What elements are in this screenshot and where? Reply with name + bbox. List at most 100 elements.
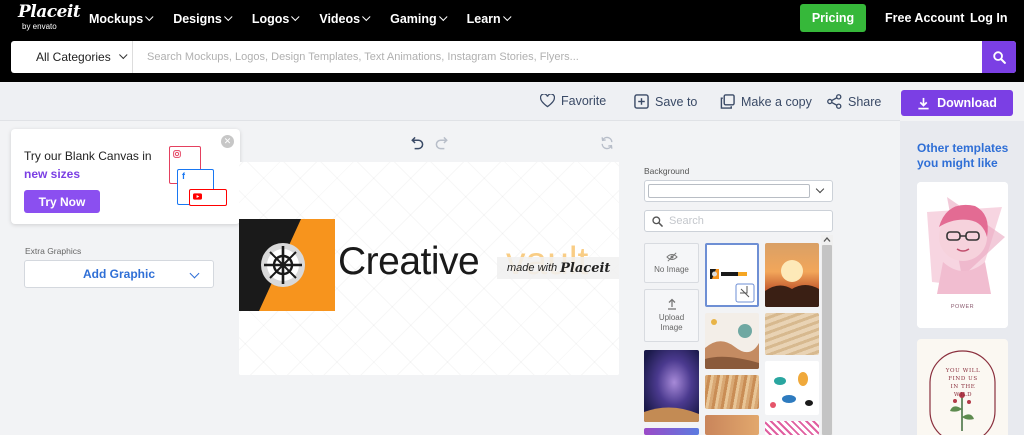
background-thumb-pink[interactable] — [765, 421, 819, 435]
nav-gaming[interactable]: Gaming — [390, 12, 448, 26]
template-wild-text: YOU WILL FIND US IN THE WILD — [945, 368, 981, 398]
background-scrollbar-thumb[interactable] — [822, 245, 832, 435]
download-button[interactable]: Download — [901, 90, 1013, 116]
no-image-label: No Image — [654, 265, 689, 274]
undo-icon[interactable] — [409, 136, 424, 150]
hidden-eye-icon — [665, 252, 678, 262]
editor-action-bar: Favorite Save to Make a copy Share — [0, 83, 900, 121]
logo-subtitle: by envato — [22, 22, 57, 31]
nav-designs[interactable]: Designs — [173, 12, 233, 26]
placeit-logo[interactable]: Placeit by envato — [18, 2, 81, 31]
search-icon — [652, 216, 663, 227]
logo-emblem — [239, 219, 335, 311]
heart-icon — [540, 94, 555, 108]
template-caption: POWER — [950, 304, 975, 310]
nav-learn[interactable]: Learn — [467, 12, 512, 26]
nav-mockups[interactable]: Mockups — [89, 12, 154, 26]
background-thumb-purple[interactable] — [644, 428, 699, 435]
background-color-swatch — [648, 184, 810, 198]
search-bar-row: All Categories — [0, 38, 1024, 82]
abstract-thumbnail — [705, 319, 759, 369]
add-graphic-label: Add Graphic — [82, 267, 155, 281]
background-search-box — [644, 210, 833, 232]
promo-text: Try our Blank Canvas in — [24, 149, 152, 163]
current-design-thumbnail — [710, 269, 755, 303]
chevron-down-icon — [118, 50, 128, 60]
close-icon[interactable]: ✕ — [221, 135, 234, 148]
background-select[interactable] — [644, 180, 833, 202]
extra-graphics-label: Extra Graphics — [25, 246, 82, 256]
chevron-down-icon — [223, 12, 233, 22]
share-button[interactable]: Share — [827, 94, 881, 109]
logo-text-main: Creative — [338, 240, 480, 283]
upload-image-option[interactable]: Upload Image — [644, 289, 699, 342]
background-thumb-peach[interactable] — [705, 415, 759, 435]
background-label: Background — [644, 166, 690, 176]
save-to-label: Save to — [655, 94, 698, 109]
template-card-wild[interactable]: YOU WILL FIND US IN THE WILD — [917, 339, 1008, 435]
search-input[interactable] — [135, 41, 981, 73]
scroll-up-arrow-icon[interactable] — [822, 235, 832, 244]
share-icon — [827, 94, 842, 109]
youtube-icon — [193, 193, 202, 200]
nav-videos[interactable]: Videos — [319, 12, 371, 26]
top-navbar: Placeit by envato Mockups Designs Logos … — [0, 0, 1024, 38]
chevron-down-icon — [145, 12, 154, 22]
youtube-frame-illustration — [189, 189, 227, 206]
share-label: Share — [848, 94, 882, 109]
watermark-brand: Placeit — [560, 260, 611, 276]
no-image-option[interactable]: No Image — [644, 243, 699, 283]
make-copy-button[interactable]: Make a copy — [720, 94, 812, 109]
category-select[interactable]: All Categories — [11, 41, 133, 73]
chevron-down-icon — [189, 268, 200, 279]
download-label: Download — [937, 96, 997, 110]
favorite-button[interactable]: Favorite — [540, 94, 606, 108]
search-box: All Categories — [11, 41, 1016, 73]
background-thumb-current[interactable] — [705, 243, 759, 307]
template-card-power[interactable]: POWER — [917, 182, 1008, 328]
promo-highlight: new sizes — [24, 167, 81, 181]
copy-icon — [720, 94, 735, 109]
galaxy-thumbnail — [644, 407, 699, 422]
chevron-down-icon — [502, 12, 512, 22]
download-icon — [918, 97, 929, 109]
upload-image-label: Upload Image — [658, 313, 685, 332]
instagram-icon — [173, 150, 181, 158]
design-preview-canvas[interactable]: Creative vault made with Placeit — [239, 162, 619, 375]
blank-canvas-promo: Try our Blank Canvas in new sizes Try No… — [11, 129, 240, 224]
placeit-watermark: made with Placeit — [497, 257, 619, 279]
upload-icon — [667, 298, 676, 310]
sunset-thumbnail — [765, 260, 819, 307]
login-link[interactable]: Log In — [970, 11, 1008, 25]
chevron-down-icon — [291, 12, 300, 22]
background-thumb-sand[interactable] — [765, 313, 819, 355]
background-search-input[interactable] — [669, 213, 829, 229]
background-thumb-abstract[interactable] — [705, 313, 759, 369]
chevron-down-icon — [815, 184, 825, 194]
background-thumb-pattern[interactable] — [765, 361, 819, 415]
main-nav: Mockups Designs Logos Videos Gaming Lear… — [89, 0, 531, 38]
other-templates-title: Other templates you might like — [917, 141, 1009, 170]
pattern-thumbnail — [770, 372, 813, 408]
search-icon — [992, 50, 1006, 64]
nav-logos[interactable]: Logos — [252, 12, 300, 26]
category-select-value: All Categories — [36, 50, 111, 64]
logo-wordmark: Placeit — [18, 2, 81, 22]
free-account-link[interactable]: Free Account — [885, 11, 964, 25]
background-thumb-galaxy[interactable] — [644, 350, 699, 422]
try-now-button[interactable]: Try Now — [24, 190, 100, 213]
background-thumb-sunset[interactable] — [765, 243, 819, 307]
search-button[interactable] — [982, 41, 1016, 73]
redo-icon[interactable] — [435, 136, 450, 150]
save-to-button[interactable]: Save to — [634, 94, 697, 109]
chevron-down-icon — [362, 12, 371, 22]
pricing-button[interactable]: Pricing — [800, 4, 866, 32]
chevron-down-icon — [438, 12, 448, 22]
background-thumb-wheat[interactable] — [705, 375, 759, 409]
refresh-icon[interactable] — [600, 136, 614, 150]
add-folder-icon — [634, 94, 649, 109]
add-graphic-dropdown[interactable]: Add Graphic — [24, 260, 214, 288]
make-copy-label: Make a copy — [741, 94, 812, 109]
watermark-prefix: made with — [507, 262, 558, 274]
favorite-label: Favorite — [561, 94, 607, 108]
